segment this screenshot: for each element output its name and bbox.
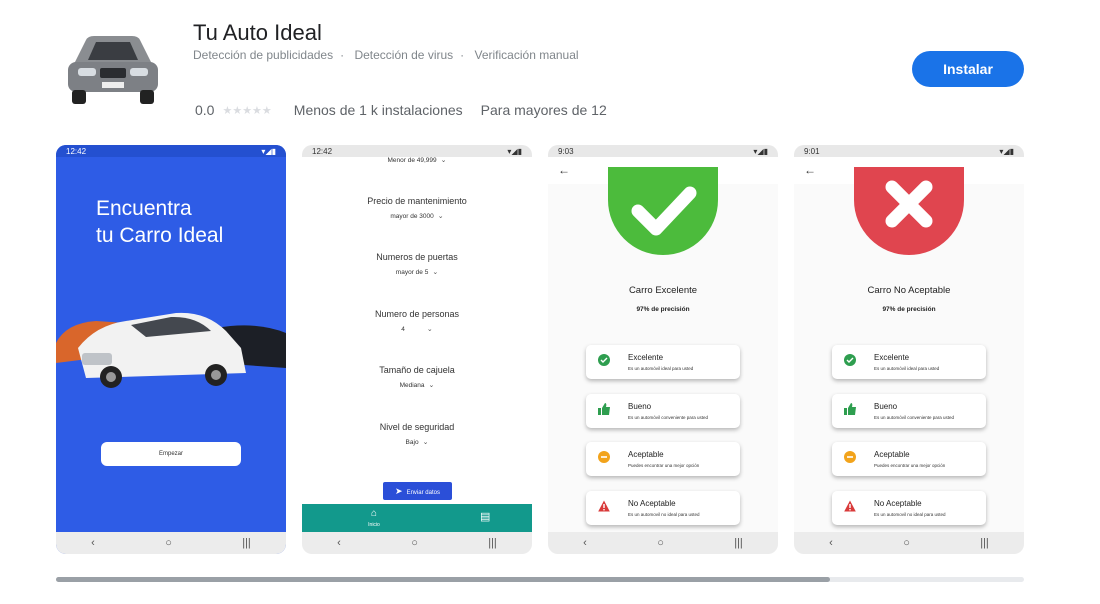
- card-bueno: Bueno Es un automóvil conveniente para u…: [586, 394, 740, 428]
- back-icon: ‹: [829, 537, 833, 549]
- result-title: Carro Excelente: [628, 285, 698, 296]
- thumbs-up-icon: [598, 403, 610, 415]
- android-nav-bar: ‹ ○ |||: [548, 532, 778, 554]
- field-select[interactable]: Bajo ⌄: [302, 438, 532, 446]
- screenshot-2[interactable]: 12:42 ▾◢▮ Menor de 49,999 ⌄ Precio de mant…: [302, 145, 532, 554]
- home-icon: ○: [657, 537, 664, 549]
- badge-virus: Detección de virus: [354, 48, 454, 62]
- android-nav-bar: ‹ ○ |||: [302, 532, 532, 554]
- android-nav-bar: ‹ ○ |||: [56, 532, 286, 554]
- check-circle-icon: [598, 354, 610, 366]
- app-icon: [64, 30, 162, 108]
- recents-icon: |||: [734, 537, 743, 549]
- android-nav-bar: ‹ ○ |||: [794, 532, 1024, 554]
- result-precision: 97% de precisión: [636, 306, 690, 313]
- send-icon: ➤: [395, 485, 403, 496]
- field-select[interactable]: mayor de 3000 ⌄: [302, 212, 532, 220]
- card-excelente: Excelente Es un automóvil ideal para ust…: [832, 345, 986, 379]
- recents-icon: |||: [488, 537, 497, 549]
- age-rating: Para mayores de 12: [480, 102, 607, 118]
- result-check-icon: [608, 167, 718, 255]
- field-label: Precio de mantenimiento: [367, 196, 467, 206]
- app-meta: 0.0 ★★★★★ Menos de 1 k instalaciones Par…: [195, 102, 607, 118]
- chevron-down-icon: ⌄: [422, 439, 429, 446]
- send-button[interactable]: ➤ Enviar datos: [383, 482, 452, 500]
- bottom-nav: ⌂ Inicio ▤: [302, 504, 532, 532]
- card-aceptable: Aceptable Puedes encontrar una mejor opc…: [832, 442, 986, 476]
- home-tab-icon[interactable]: ⌂: [364, 508, 384, 519]
- screenshot-4[interactable]: 9:01 ▾◢▮ ← Carro No Aceptable 97% de prec…: [794, 145, 1024, 554]
- badge-ads: Detección de publicidades: [193, 48, 334, 62]
- screenshot-3[interactable]: 9:03 ▾◢▮ ← Carro Excelente 97% de precisi…: [548, 145, 778, 554]
- install-button[interactable]: Instalar: [912, 51, 1024, 87]
- rating-stars-icon: ★★★★★: [222, 104, 272, 117]
- warning-icon: [844, 500, 856, 512]
- cars-image: [56, 312, 286, 388]
- minus-circle-icon: [598, 451, 610, 463]
- back-arrow-icon[interactable]: ←: [558, 163, 570, 177]
- carousel-scrollbar-thumb[interactable]: [56, 577, 831, 582]
- recents-icon: |||: [242, 537, 251, 549]
- app-title: Tu Auto Ideal: [193, 20, 322, 45]
- home-icon: ○: [903, 537, 910, 549]
- screenshot-1[interactable]: 12:42 ▾◢▮ Encuentra tu Carro Ideal Empeza…: [56, 145, 286, 554]
- back-icon: ‹: [337, 537, 341, 549]
- card-aceptable: Aceptable Puedes encontrar una mejor opc…: [586, 442, 740, 476]
- badges: Detección de publicidades · Detección de …: [193, 48, 579, 62]
- result-cross-icon: [854, 167, 964, 255]
- status-bar: 9:01 ▾◢▮: [794, 145, 1024, 157]
- badge-manual: Verificación manual: [474, 48, 579, 62]
- field-label: Numeros de puertas: [376, 252, 458, 262]
- headline: Encuentra tu Carro Ideal: [96, 197, 224, 247]
- top-select[interactable]: Menor de 49,999 ⌄: [302, 156, 532, 164]
- card-bueno: Bueno Es un automóvil conveniente para u…: [832, 394, 986, 428]
- chevron-down-icon: ⌄: [432, 269, 439, 276]
- result-precision: 97% de precisión: [882, 306, 936, 313]
- chat-icon[interactable]: ▤: [480, 510, 490, 523]
- minus-circle-icon: [844, 451, 856, 463]
- status-bar: 9:03 ▾◢▮: [548, 145, 778, 157]
- field-label: Tamaño de cajuela: [379, 365, 455, 375]
- field-label: Numero de personas: [374, 309, 460, 319]
- home-icon: ○: [165, 537, 172, 549]
- carousel-scrollbar[interactable]: [56, 577, 1024, 582]
- card-excelente: Excelente Es un automóvil ideal para ust…: [586, 345, 740, 379]
- result-title: Carro No Aceptable: [867, 285, 951, 296]
- status-bar: 12:42 ▾◢▮: [56, 145, 286, 157]
- back-icon: ‹: [583, 537, 587, 549]
- chevron-down-icon: ⌄: [428, 382, 435, 389]
- recents-icon: |||: [980, 537, 989, 549]
- field-label: Nivel de seguridad: [379, 422, 455, 432]
- rating-value: 0.0: [195, 102, 215, 118]
- check-circle-icon: [844, 354, 856, 366]
- field-select[interactable]: 4 ⌄: [302, 325, 532, 333]
- field-select[interactable]: Mediana ⌄: [302, 381, 532, 389]
- home-tab-label: Inicio: [368, 522, 380, 528]
- field-select[interactable]: mayor de 5 ⌄: [302, 268, 532, 276]
- chevron-down-icon: ⌄: [437, 213, 444, 220]
- card-no-aceptable: No Aceptable Es un automovil no ideal pa…: [832, 491, 986, 525]
- warning-icon: [598, 500, 610, 512]
- chevron-down-icon: ⌄: [440, 157, 447, 164]
- start-button[interactable]: Empezar: [101, 442, 241, 466]
- back-arrow-icon[interactable]: ←: [804, 163, 816, 177]
- back-icon: ‹: [91, 537, 95, 549]
- home-icon: ○: [411, 537, 418, 549]
- thumbs-up-icon: [844, 403, 856, 415]
- install-count: Menos de 1 k instalaciones: [293, 102, 463, 118]
- chevron-down-icon: ⌄: [426, 326, 433, 333]
- card-no-aceptable: No Aceptable Es un automovil no ideal pa…: [586, 491, 740, 525]
